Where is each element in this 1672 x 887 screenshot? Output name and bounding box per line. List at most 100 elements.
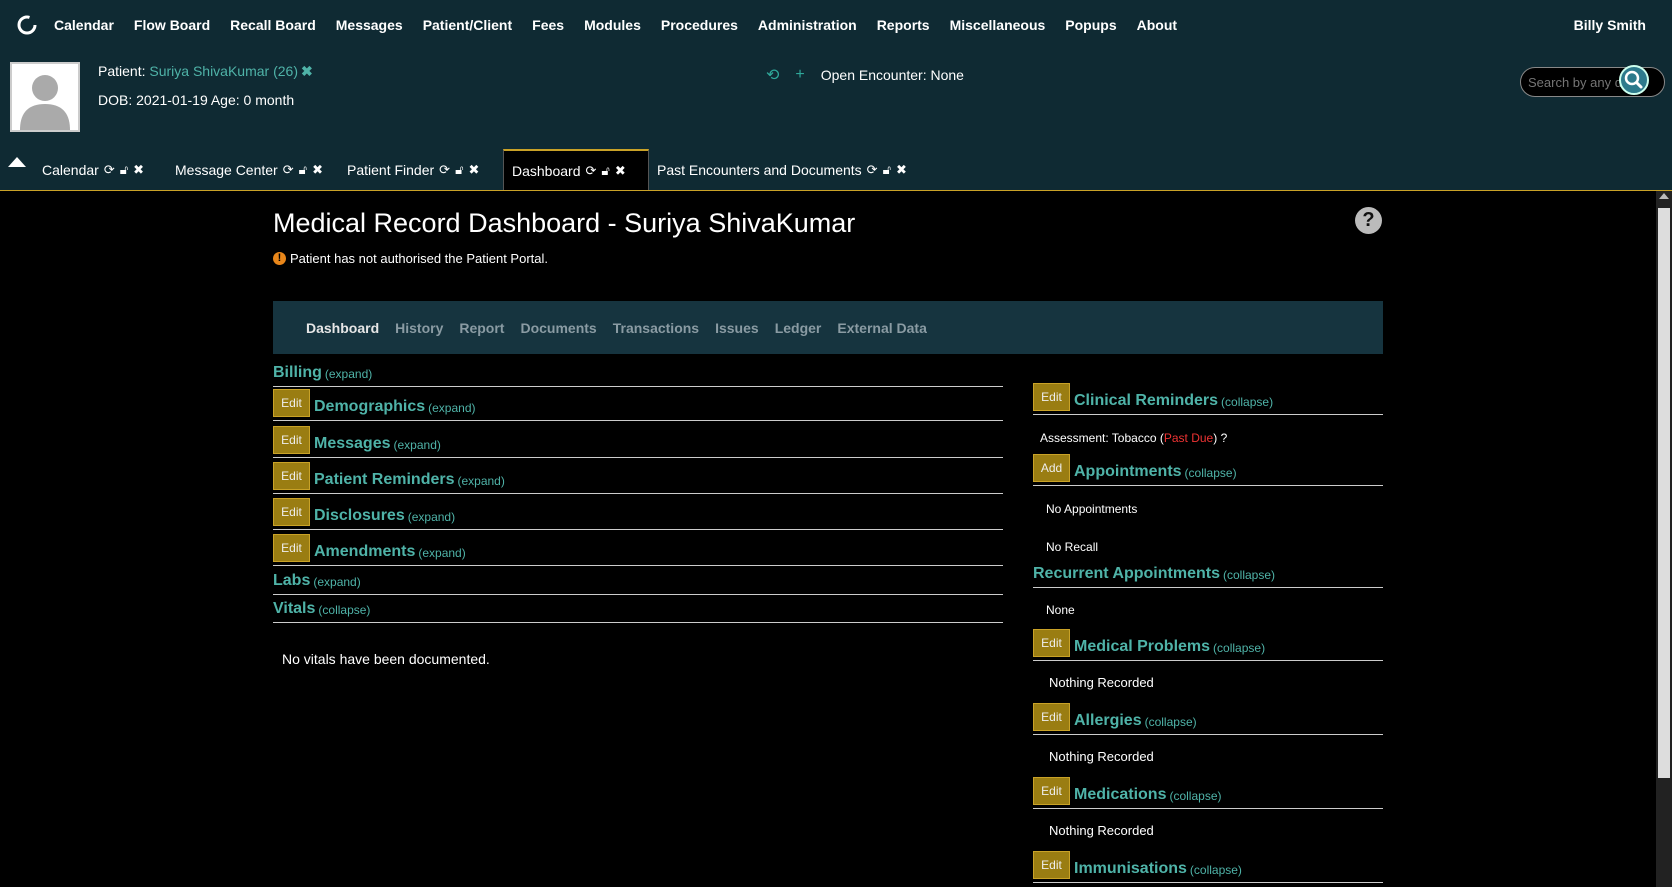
menu-procedures[interactable]: Procedures [661,17,738,33]
edit-button[interactable]: Edit [1033,851,1070,879]
close-patient-icon[interactable]: ✖ [301,63,313,79]
section-toggle[interactable]: (expand) [325,367,372,381]
subnav-issues[interactable]: Issues [715,320,759,336]
section-toggle[interactable]: (collapse) [1213,641,1265,655]
tab-calendar[interactable]: Calendar ⟳ 🔓︎ ✖ [34,149,152,191]
tab-dashboard[interactable]: Dashboard ⟳ 🔓︎ ✖ [503,149,649,191]
close-icon[interactable]: ✖ [312,162,323,178]
section-title[interactable]: Vitals [273,600,315,618]
subnav-external-data[interactable]: External Data [837,320,926,336]
refresh-icon[interactable]: ⟳ [867,162,878,178]
menu-reports[interactable]: Reports [877,17,930,33]
refresh-icon[interactable]: ⟳ [586,163,597,179]
add-button[interactable]: Add [1033,454,1070,482]
subnav-ledger[interactable]: Ledger [775,320,822,336]
menu-about[interactable]: About [1137,17,1177,33]
subnav-report[interactable]: Report [459,320,504,336]
edit-button[interactable]: Edit [273,498,310,526]
section-title[interactable]: Appointments [1074,463,1182,481]
edit-button[interactable]: Edit [273,426,310,454]
section-toggle[interactable]: (expand) [408,510,455,524]
section-immunisations: Edit Immunisations (collapse) [1033,848,1383,883]
section-title[interactable]: Billing [273,364,322,382]
section-toggle[interactable]: (expand) [418,546,465,560]
section-title[interactable]: Labs [273,572,310,590]
refresh-icon[interactable]: ⟳ [283,162,294,178]
add-encounter-icon[interactable]: + [795,66,804,84]
menu-messages[interactable]: Messages [336,17,403,33]
unlock-icon[interactable]: 🔓︎ [120,162,128,178]
close-icon[interactable]: ✖ [133,162,144,178]
tab-divider [0,190,1672,191]
user-menu[interactable]: Billy Smith [1574,17,1646,33]
edit-button[interactable]: Edit [1033,703,1070,731]
section-toggle[interactable]: (collapse) [318,603,370,617]
close-icon[interactable]: ✖ [896,162,907,178]
openemr-logo-icon[interactable] [16,14,38,36]
menu-miscellaneous[interactable]: Miscellaneous [950,17,1046,33]
tab-patient-finder[interactable]: Patient Finder ⟳ 🔓︎ ✖ [339,149,487,191]
close-icon[interactable]: ✖ [469,162,480,178]
edit-button[interactable]: Edit [273,462,310,490]
menu-patient-client[interactable]: Patient/Client [423,17,512,33]
history-icon[interactable]: ⟲ [766,65,779,85]
close-icon[interactable]: ✖ [615,163,626,179]
section-title[interactable]: Recurrent Appointments [1033,565,1220,583]
subnav-history[interactable]: History [395,320,443,336]
menu-administration[interactable]: Administration [758,17,857,33]
tab-past-encounters[interactable]: Past Encounters and Documents ⟳ 🔓︎ ✖ [649,149,915,191]
edit-button[interactable]: Edit [1033,777,1070,805]
unlock-icon[interactable]: 🔓︎ [883,162,891,178]
patient-label: Patient: [98,63,146,79]
section-toggle[interactable]: (collapse) [1169,789,1221,803]
section-title[interactable]: Medical Problems [1074,638,1210,656]
collapse-header-icon[interactable] [8,157,26,167]
section-title[interactable]: Demographics [314,398,425,416]
section-toggle[interactable]: (collapse) [1223,568,1275,582]
section-title[interactable]: Medications [1074,786,1166,804]
section-title[interactable]: Immunisations [1074,860,1187,878]
search-button[interactable] [1619,65,1649,95]
section-toggle[interactable]: (expand) [457,474,504,488]
unlock-icon[interactable]: 🔓︎ [455,162,463,178]
section-toggle[interactable]: (collapse) [1221,395,1273,409]
unlock-icon[interactable]: 🔓︎ [601,163,609,179]
unlock-icon[interactable]: 🔓︎ [299,162,307,178]
section-title[interactable]: Messages [314,435,391,453]
subnav-documents[interactable]: Documents [520,320,596,336]
section-toggle[interactable]: (expand) [428,401,475,415]
section-toggle[interactable]: (collapse) [1185,466,1237,480]
edit-button[interactable]: Edit [273,389,310,417]
menu-recall-board[interactable]: Recall Board [230,17,316,33]
refresh-icon[interactable]: ⟳ [439,162,450,178]
patient-name-link[interactable]: Suriya ShivaKumar (26) [149,63,298,79]
section-toggle[interactable]: (collapse) [1190,863,1242,877]
edit-button[interactable]: Edit [273,534,310,562]
menu-modules[interactable]: Modules [584,17,641,33]
section-title[interactable]: Allergies [1074,712,1142,730]
reminder-info-link[interactable]: ? [1221,431,1228,445]
tab-message-center[interactable]: Message Center ⟳ 🔓︎ ✖ [167,149,331,191]
subnav-dashboard[interactable]: Dashboard [306,320,379,336]
section-title[interactable]: Patient Reminders [314,471,454,489]
section-title[interactable]: Disclosures [314,507,405,525]
section-toggle[interactable]: (collapse) [1145,715,1197,729]
help-icon[interactable]: ? [1355,207,1382,234]
menu-calendar[interactable]: Calendar [54,17,114,33]
section-toggle[interactable]: (expand) [313,575,360,589]
scroll-up-arrow[interactable] [1659,193,1669,199]
scrollbar-thumb[interactable] [1658,208,1670,778]
tab-label: Past Encounters and Documents [657,162,862,178]
refresh-icon[interactable]: ⟳ [104,162,115,178]
section-title[interactable]: Amendments [314,543,415,561]
menu-flow-board[interactable]: Flow Board [134,17,210,33]
section-title[interactable]: Clinical Reminders [1074,392,1218,410]
open-encounter-label: Open Encounter: None [820,67,964,83]
edit-button[interactable]: Edit [1033,383,1070,411]
edit-button[interactable]: Edit [1033,629,1070,657]
section-toggle[interactable]: (expand) [394,438,441,452]
menu-fees[interactable]: Fees [532,17,564,33]
section-appointments: Add Appointments (collapse) [1033,451,1383,486]
subnav-transactions[interactable]: Transactions [613,320,699,336]
menu-popups[interactable]: Popups [1065,17,1116,33]
